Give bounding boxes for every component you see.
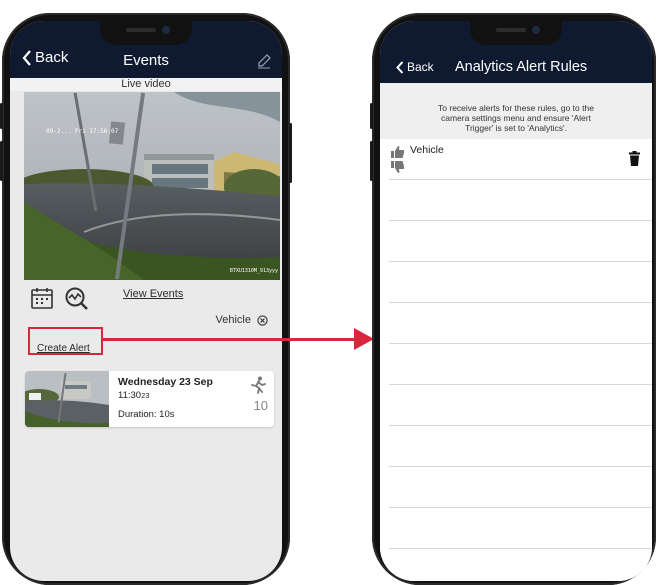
annotation-arrow-line (101, 338, 357, 341)
list-divider (389, 548, 652, 549)
phone-notch (470, 21, 562, 45)
live-video-label: Live video (10, 78, 282, 91)
trash-icon[interactable] (629, 151, 640, 166)
list-divider (389, 220, 652, 221)
event-duration: Duration: 10s (118, 409, 175, 420)
event-time-seconds: 23 (141, 391, 150, 400)
left-phone: Back Events Live video 09-2... Fri 17:56… (0, 13, 292, 585)
pencil-icon[interactable] (256, 53, 272, 69)
rule-item-vehicle[interactable]: Vehicle (380, 139, 652, 179)
list-divider (389, 507, 652, 508)
chevron-left-icon (396, 60, 404, 74)
video-timestamp: 09-2... Fri 17:56:07 (46, 128, 119, 135)
event-count: 10 (253, 398, 268, 413)
running-person-icon (251, 376, 266, 394)
calendar-icon[interactable] (30, 286, 54, 310)
thumbs-down-icon[interactable] (391, 161, 405, 173)
event-time: 11:3023 (118, 390, 149, 401)
phone-side-button (0, 141, 3, 181)
list-divider (389, 425, 652, 426)
list-divider (389, 302, 652, 303)
list-divider (389, 261, 652, 262)
page-title: Events (123, 52, 169, 69)
alert-info-text: To receive alerts for these rules, go to… (380, 83, 652, 139)
event-thumbnail (25, 371, 109, 427)
analytics-search-icon[interactable] (64, 286, 90, 312)
info-line: To receive alerts for these rules, go to… (438, 103, 594, 113)
list-divider (389, 384, 652, 385)
annotation-arrow-head (354, 328, 374, 350)
list-divider (389, 466, 652, 467)
filter-chip[interactable]: Vehicle (216, 314, 268, 326)
phone-side-button (289, 123, 292, 183)
live-video-feed[interactable]: 09-2... Fri 17:56:07 BTXU1310M_913yyy (24, 92, 280, 280)
list-divider (389, 179, 652, 180)
view-events-link[interactable]: View Events (123, 288, 183, 300)
thumbs-up-icon[interactable] (391, 146, 405, 158)
left-screen: Back Events Live video 09-2... Fri 17:56… (10, 21, 282, 581)
list-divider (389, 343, 652, 344)
back-button[interactable]: Back (396, 60, 434, 74)
rules-list: Vehicle (380, 139, 652, 581)
right-phone: Back Analytics Alert Rules To receive al… (370, 13, 656, 585)
phone-side-button (370, 103, 373, 129)
info-line: Trigger' is set to 'Analytics'. (465, 123, 567, 133)
rule-label: Vehicle (410, 144, 444, 156)
create-alert-highlight (28, 327, 103, 355)
close-circle-icon[interactable] (257, 314, 268, 326)
phone-notch (100, 21, 192, 45)
back-label: Back (407, 60, 434, 74)
right-screen: Back Analytics Alert Rules To receive al… (380, 21, 652, 581)
info-line: camera settings menu and ensure 'Alert (441, 113, 591, 123)
event-card[interactable]: Wednesday 23 Sep 11:3023 Duration: 10s 1… (25, 371, 274, 427)
event-date: Wednesday 23 Sep (118, 376, 213, 388)
phone-side-button (370, 141, 373, 181)
video-frame (24, 92, 280, 280)
camera-name-overlay: BTXU1310M_913yyy (229, 268, 278, 274)
phone-side-button (0, 103, 3, 129)
page-title: Analytics Alert Rules (455, 59, 588, 75)
filter-label: Vehicle (215, 314, 251, 326)
event-time-hm: 11:30 (118, 390, 142, 401)
